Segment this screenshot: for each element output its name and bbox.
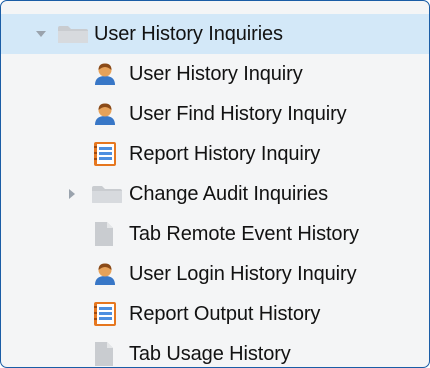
report-icon: [93, 301, 117, 327]
tree-node-report-output-history[interactable]: Report Output History: [1, 294, 429, 334]
navigation-tree-panel: User History Inquiries User History Inqu…: [0, 0, 430, 368]
tree-node-label: User History Inquiry: [129, 63, 303, 85]
document-icon: [93, 221, 115, 247]
user-icon: [93, 62, 117, 86]
tree-node-label: Tab Remote Event History: [129, 223, 359, 245]
tree-node-change-audit-inquiries[interactable]: Change Audit Inquiries: [1, 174, 429, 214]
tree-node-user-find-history-inquiry[interactable]: User Find History Inquiry: [1, 94, 429, 134]
expanded-arrow-icon[interactable]: [35, 30, 47, 38]
user-icon: [93, 262, 117, 286]
tree-node-label: Report History Inquiry: [129, 143, 321, 165]
tree-node-user-history-inquiry[interactable]: User History Inquiry: [1, 54, 429, 94]
tree-node-user-history-inquiries[interactable]: User History Inquiries: [1, 14, 429, 54]
tree-node-tab-remote-event-history[interactable]: Tab Remote Event History: [1, 214, 429, 254]
history-tree: User History Inquiries User History Inqu…: [1, 14, 429, 367]
report-icon: [93, 141, 117, 167]
user-icon: [93, 102, 117, 126]
tree-node-label: Report Output History: [129, 303, 321, 325]
tree-node-report-history-inquiry[interactable]: Report History Inquiry: [1, 134, 429, 174]
tree-node-label: User Find History Inquiry: [129, 103, 347, 125]
tree-node-label: User History Inquiries: [94, 23, 283, 45]
folder-icon: [91, 184, 123, 204]
tree-node-tab-usage-history[interactable]: Tab Usage History: [1, 334, 429, 367]
collapsed-arrow-icon[interactable]: [68, 188, 76, 200]
tree-node-label: Change Audit Inquiries: [129, 183, 329, 205]
tree-node-label: Tab Usage History: [129, 343, 291, 365]
folder-icon: [57, 24, 89, 44]
document-icon: [93, 341, 115, 367]
tree-node-label: User Login History Inquiry: [129, 263, 357, 285]
tree-node-user-login-history-inquiry[interactable]: User Login History Inquiry: [1, 254, 429, 294]
